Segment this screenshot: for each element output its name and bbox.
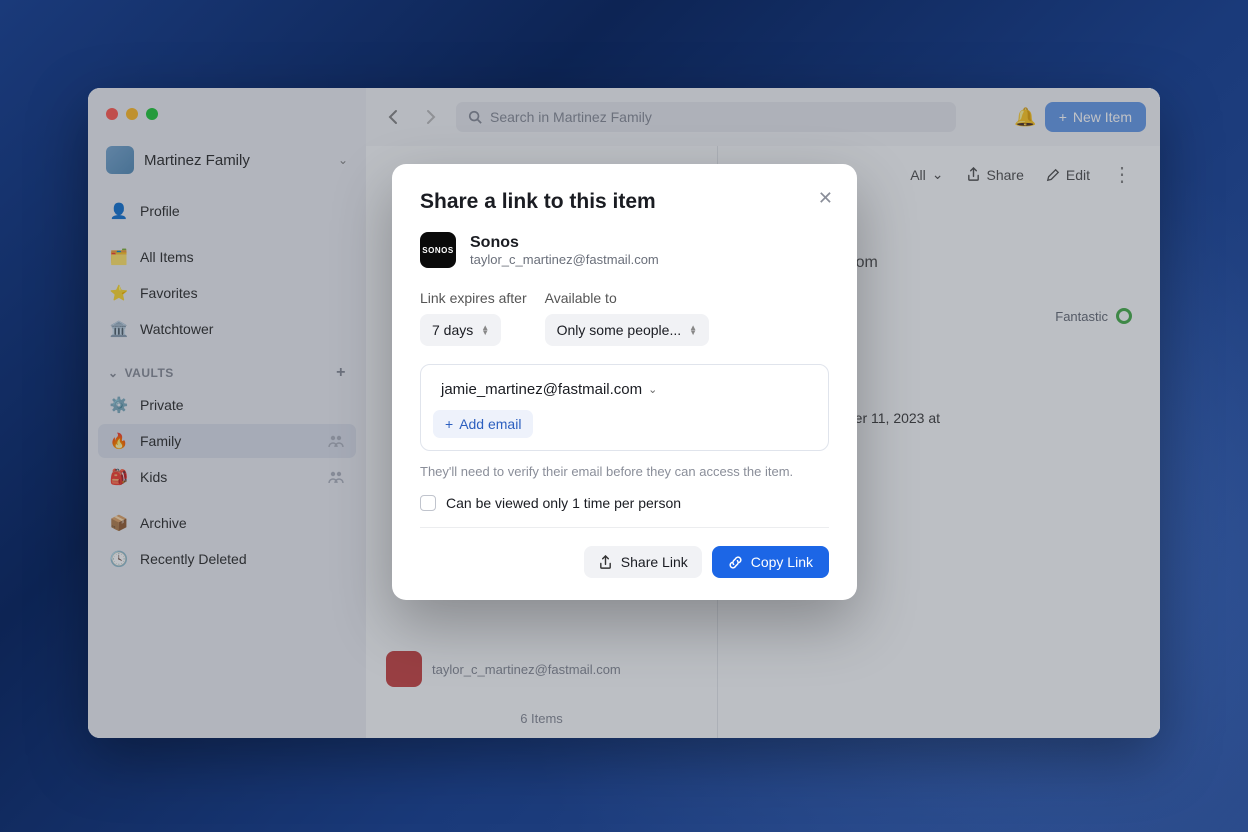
- share-modal: Share a link to this item ✕ SONOS Sonos …: [392, 164, 857, 600]
- share-link-label: Share Link: [621, 554, 688, 570]
- close-button[interactable]: ✕: [818, 188, 833, 209]
- share-icon: [598, 555, 613, 570]
- share-link-button[interactable]: Share Link: [584, 546, 702, 578]
- view-once-checkbox-row[interactable]: Can be viewed only 1 time per person: [420, 495, 829, 528]
- available-value: Only some people...: [557, 322, 682, 338]
- modal-item-name: Sonos: [470, 234, 659, 252]
- expires-select[interactable]: 7 days ▲▼: [420, 314, 501, 346]
- copy-link-button[interactable]: Copy Link: [712, 546, 829, 578]
- modal-title: Share a link to this item: [420, 190, 829, 214]
- add-email-label: Add email: [459, 416, 521, 432]
- sort-icon: ▲▼: [481, 325, 489, 335]
- email-recipients-box: jamie_martinez@fastmail.com ⌄ + Add emai…: [420, 364, 829, 451]
- expires-value: 7 days: [432, 322, 473, 338]
- copy-link-label: Copy Link: [751, 554, 813, 570]
- link-icon: [728, 555, 743, 570]
- email-chip[interactable]: jamie_martinez@fastmail.com ⌄: [433, 377, 665, 402]
- checkbox-icon[interactable]: [420, 495, 436, 511]
- email-chip-value: jamie_martinez@fastmail.com: [441, 381, 642, 398]
- expires-label: Link expires after: [420, 290, 527, 306]
- available-select[interactable]: Only some people... ▲▼: [545, 314, 709, 346]
- checkbox-label: Can be viewed only 1 time per person: [446, 495, 681, 511]
- helper-text: They'll need to verify their email befor…: [420, 463, 829, 481]
- sonos-icon: SONOS: [420, 232, 456, 268]
- modal-item-header: SONOS Sonos taylor_c_martinez@fastmail.c…: [420, 232, 829, 268]
- chevron-down-icon: ⌄: [648, 383, 657, 396]
- plus-icon: +: [445, 416, 453, 432]
- sort-icon: ▲▼: [689, 325, 697, 335]
- add-email-button[interactable]: + Add email: [433, 410, 533, 438]
- modal-item-sub: taylor_c_martinez@fastmail.com: [470, 252, 659, 267]
- available-label: Available to: [545, 290, 709, 306]
